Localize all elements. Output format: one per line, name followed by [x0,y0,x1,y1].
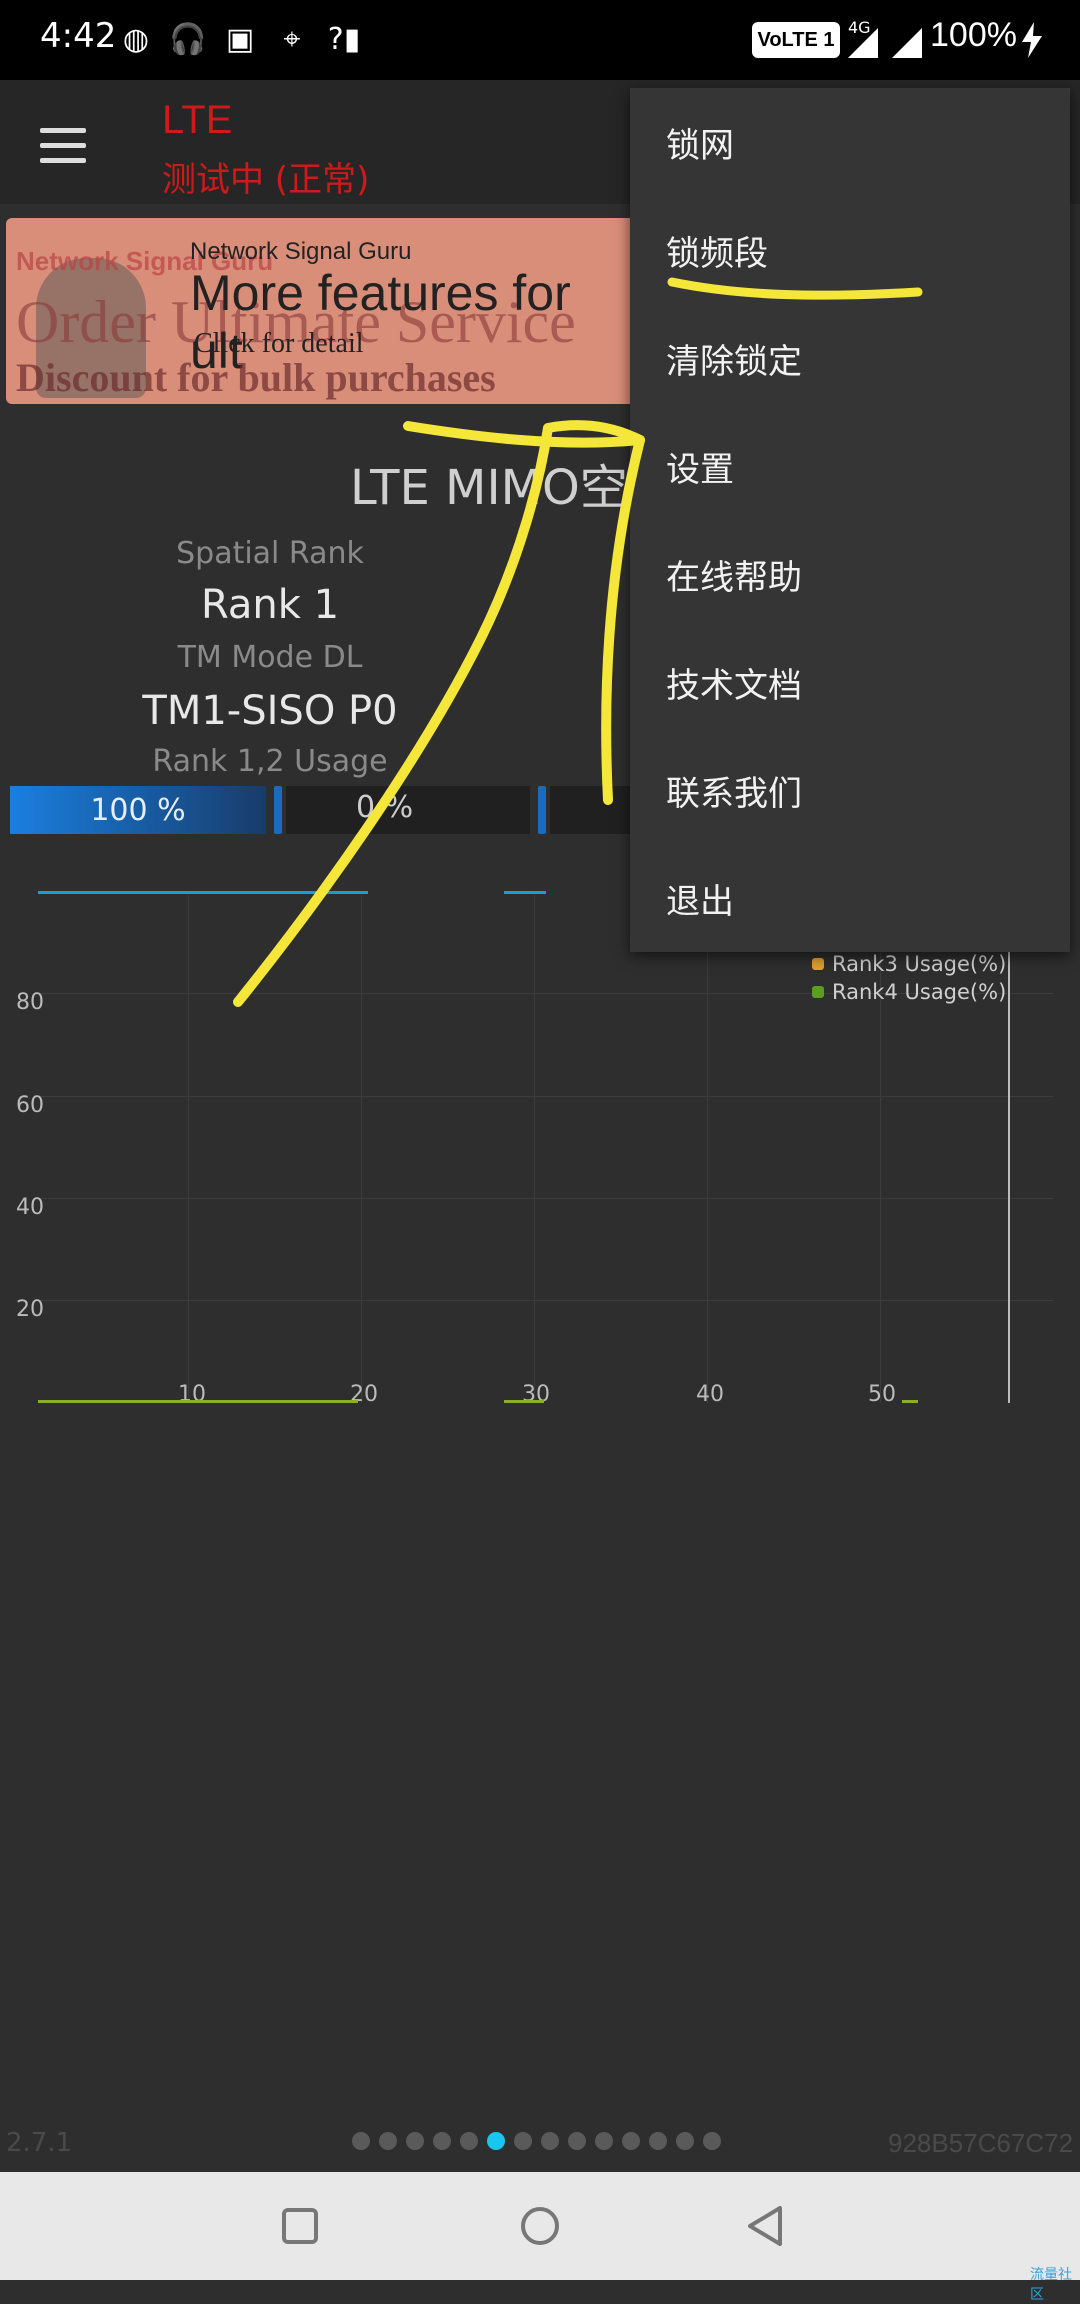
page-dot[interactable] [352,2132,370,2150]
page-dot[interactable] [487,2132,505,2150]
annotation-overlay [233,277,923,1007]
page-dot[interactable] [649,2132,667,2150]
page-dot[interactable] [622,2132,640,2150]
page-dot[interactable] [514,2132,532,2150]
page-dot[interactable] [568,2132,586,2150]
page-dot[interactable] [406,2132,424,2150]
page-dot[interactable] [676,2132,694,2150]
page-dot[interactable] [703,2132,721,2150]
page-indicator [352,2132,721,2150]
app-version: 2.7.1 [6,2128,73,2158]
home-icon[interactable] [518,2204,562,2248]
page-dot[interactable] [595,2132,613,2150]
device-id: 928B57C67C72 [888,2128,1074,2158]
page-dot[interactable] [379,2132,397,2150]
watermark: 流量社区 [1030,2267,1072,2303]
back-icon[interactable] [744,2204,788,2248]
recent-apps-icon[interactable] [280,2206,320,2246]
page-dot[interactable] [460,2132,478,2150]
page-dot[interactable] [541,2132,559,2150]
page-dot[interactable] [433,2132,451,2150]
